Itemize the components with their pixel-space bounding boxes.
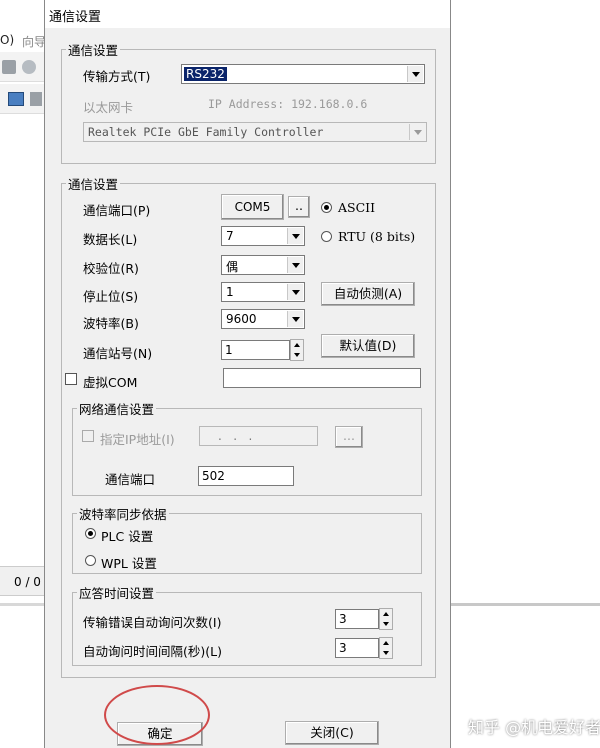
bg-toolbar-icon[interactable] [2, 60, 16, 74]
ip-value: . . . [218, 429, 253, 443]
nic-value: Realtek PCIe GbE Family Controller [88, 125, 324, 139]
databits-value: 7 [226, 229, 234, 243]
baud-select[interactable]: 9600 [221, 309, 305, 329]
virtual-com-label: 虚拟COM [83, 375, 138, 390]
interval-label: 自动询问时间间隔(秒)(L) [83, 644, 222, 659]
retry-value: 3 [339, 612, 347, 626]
comm-settings-dialog: 通信设置 通信设置 传输方式(T) RS232 以太网卡 IP Address:… [44, 0, 451, 748]
rtu-label: RTU (8 bits) [338, 229, 416, 244]
auto-detect-button[interactable]: 自动侦测(A) [321, 282, 415, 306]
network-legend: 网络通信设置 [79, 402, 155, 417]
chevron-down-icon[interactable] [287, 228, 303, 244]
chevron-down-icon[interactable] [407, 66, 423, 82]
port-browse-button[interactable]: .. [288, 196, 310, 218]
spin-up-icon[interactable] [294, 343, 300, 347]
comm-settings-top-legend: 通信设置 [68, 43, 119, 58]
spin-down-icon[interactable] [383, 651, 389, 655]
port-value-button[interactable]: COM5 [221, 194, 284, 220]
plc-label: PLC 设置 [101, 529, 154, 544]
bg-menu-fragment-2[interactable]: 向导 [22, 33, 46, 50]
spin-down-icon[interactable] [383, 622, 389, 626]
default-button[interactable]: 默认值(D) [321, 334, 415, 358]
spin-up-icon[interactable] [383, 641, 389, 645]
specify-ip-checkbox[interactable] [82, 430, 94, 442]
network-port-input[interactable]: 502 [198, 466, 294, 486]
parity-label: 校验位(R) [83, 261, 139, 276]
parity-value: 偶 [226, 260, 239, 274]
transfer-mode-label: 传输方式(T) [83, 69, 151, 84]
ip-address-text: IP Address: 192.168.0.6 [208, 97, 368, 111]
station-input[interactable]: 1 [221, 340, 290, 360]
network-port-value: 502 [202, 469, 225, 483]
interval-input[interactable]: 3 [335, 638, 379, 658]
retry-input[interactable]: 3 [335, 609, 379, 629]
bg-divider-right [450, 603, 600, 606]
transfer-mode-value: RS232 [184, 67, 227, 81]
watermark: 知乎 @机电爱好者 [468, 718, 600, 737]
chevron-down-icon[interactable] [409, 124, 425, 140]
ethernet-label: 以太网卡 [83, 100, 134, 115]
plc-radio[interactable] [85, 528, 96, 539]
nic-select[interactable]: Realtek PCIe GbE Family Controller [83, 122, 427, 142]
parity-select[interactable]: 偶 [221, 255, 305, 275]
ascii-radio[interactable] [321, 202, 332, 213]
baud-label: 波特率(B) [83, 316, 139, 331]
close-button[interactable]: 关闭(C) [285, 721, 379, 745]
network-port-label: 通信端口 [105, 472, 156, 487]
chevron-down-icon[interactable] [287, 284, 303, 300]
specify-ip-label: 指定IP地址(I) [100, 432, 175, 447]
station-value: 1 [225, 343, 233, 357]
annotation-circle [104, 685, 210, 745]
dialog-title: 通信设置 [49, 10, 102, 25]
bg-status-bar: 0 / 0 S [0, 566, 52, 596]
stopbits-value: 1 [226, 285, 234, 299]
station-label: 通信站号(N) [83, 346, 153, 361]
transfer-mode-select[interactable]: RS232 [181, 64, 425, 84]
spin-up-icon[interactable] [383, 612, 389, 616]
port-label: 通信端口(P) [83, 203, 151, 218]
interval-spinner[interactable] [379, 637, 393, 659]
response-legend: 应答时间设置 [79, 586, 155, 601]
baud-value: 9600 [226, 312, 257, 326]
comm-settings-legend: 通信设置 [68, 177, 119, 192]
virtual-com-checkbox[interactable] [65, 373, 77, 385]
wpl-radio[interactable] [85, 555, 96, 566]
retry-label: 传输错误自动询问次数(I) [83, 615, 222, 630]
rtu-radio[interactable] [321, 231, 332, 242]
bg-toolbar [0, 52, 46, 82]
wpl-label: WPL 设置 [101, 556, 157, 571]
databits-label: 数据长(L) [83, 232, 138, 247]
ip-browse-button[interactable]: ... [335, 426, 363, 448]
stopbits-select[interactable]: 1 [221, 282, 305, 302]
virtual-com-input[interactable] [223, 368, 421, 388]
bg-menu-fragment[interactable]: O) [0, 33, 14, 47]
interval-value: 3 [339, 641, 347, 655]
ip-input[interactable]: . . . [199, 426, 318, 446]
baud-sync-legend: 波特率同步依据 [79, 507, 167, 522]
bg-monitor-icon[interactable] [8, 92, 24, 106]
chevron-down-icon[interactable] [287, 257, 303, 273]
databits-select[interactable]: 7 [221, 226, 305, 246]
bg-doc-icon[interactable] [30, 92, 42, 106]
dialog-title-bar[interactable]: 通信设置 [45, 0, 450, 28]
chevron-down-icon[interactable] [287, 311, 303, 327]
retry-spinner[interactable] [379, 608, 393, 630]
bg-toolbar-2 [0, 84, 46, 114]
ascii-label: ASCII [338, 200, 376, 215]
station-spinner[interactable] [290, 339, 304, 361]
spin-down-icon[interactable] [294, 353, 300, 357]
bg-settings-icon[interactable] [22, 60, 36, 74]
stopbits-label: 停止位(S) [83, 289, 139, 304]
